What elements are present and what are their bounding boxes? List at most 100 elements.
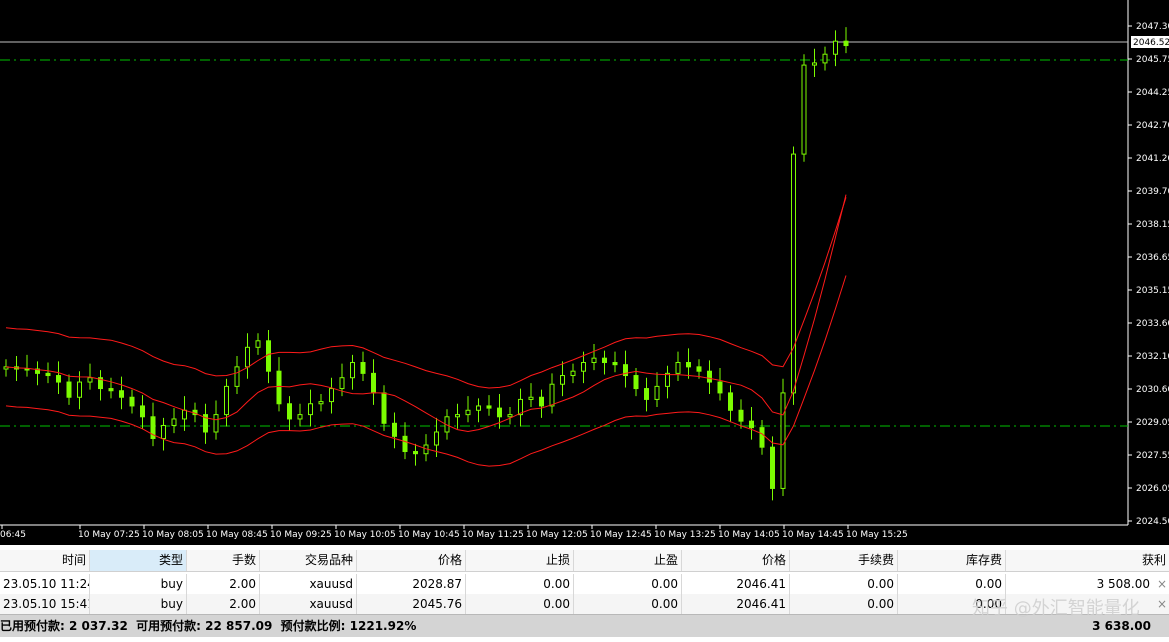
candle-body <box>707 370 712 383</box>
cell-symbol: xauusd <box>260 574 357 594</box>
candle-body <box>633 375 639 390</box>
candle-body <box>308 403 313 416</box>
col-header-current-price[interactable]: 价格 <box>682 550 790 571</box>
candle-body <box>822 53 828 64</box>
candle-body <box>812 62 817 66</box>
candle-body <box>434 431 439 446</box>
time-label: 10 May 14:05 <box>718 530 780 540</box>
cell-stop-loss[interactable]: 0.00 <box>466 594 574 614</box>
candle-body <box>801 64 807 155</box>
candle-body <box>749 420 754 429</box>
cell-current-price: 2046.41 <box>682 574 790 594</box>
candle-body <box>738 409 744 422</box>
candle-body <box>465 409 471 416</box>
cell-take-profit[interactable]: 0.00 <box>574 594 682 614</box>
price-label: 2045.75 <box>1136 55 1169 65</box>
price-label: 2033.60 <box>1136 319 1169 329</box>
cell-time: 23.05.10 11:24:55 <box>0 574 90 594</box>
col-header-lots[interactable]: 手数 <box>187 550 260 571</box>
time-label: 10 May 13:25 <box>654 530 716 540</box>
candle-body <box>276 370 282 405</box>
candle-body <box>350 362 355 379</box>
col-header-time[interactable]: 时间 <box>0 550 90 571</box>
candle-body <box>686 362 691 368</box>
price-label: 2044.25 <box>1136 88 1169 98</box>
candle-body <box>759 427 765 448</box>
candle-body <box>497 407 502 418</box>
price-label: 2036.65 <box>1136 253 1169 263</box>
band-upper-line <box>5 197 847 389</box>
candle-body <box>402 435 408 453</box>
candle-body <box>602 357 607 364</box>
close-position-icon[interactable]: × <box>1157 574 1167 594</box>
cell-type: buy <box>90 574 187 594</box>
candle-body <box>507 414 513 418</box>
candle-body <box>171 418 177 426</box>
candle-body <box>45 372 51 377</box>
col-header-commission[interactable]: 手续费 <box>790 550 898 571</box>
cell-commission: 0.00 <box>790 574 898 594</box>
price-label: 2024.50 <box>1136 517 1169 527</box>
candle-body <box>287 403 292 420</box>
cell-lots: 2.00 <box>187 594 260 614</box>
candle-body <box>234 366 240 387</box>
col-header-profit[interactable]: 获利 <box>1006 550 1169 571</box>
candle-body <box>612 362 618 366</box>
candle-body <box>56 375 61 383</box>
position-row[interactable]: 23.05.10 11:24:55 buy 2.00 xauusd 2028.8… <box>0 574 1169 594</box>
col-header-take-profit[interactable]: 止盈 <box>574 550 682 571</box>
candle-body <box>108 388 114 392</box>
candle-body <box>549 383 555 407</box>
time-label: 10 May 12:05 <box>526 530 588 540</box>
candle-body <box>339 377 345 390</box>
candle-body <box>360 362 366 374</box>
candle-body <box>770 446 775 489</box>
cell-symbol: xauusd <box>260 594 357 614</box>
price-label: 2027.55 <box>1136 451 1169 461</box>
candle-body <box>213 414 219 433</box>
candle-body <box>77 381 82 398</box>
cell-swap: 0.00 <box>898 574 1006 594</box>
candle-body <box>119 390 124 398</box>
cell-stop-loss[interactable]: 0.00 <box>466 574 574 594</box>
candle-body <box>255 340 261 348</box>
price-chart[interactable]: 2047.30 2045.75 2044.25 2042.70 2041.20 2039.… <box>0 0 1169 545</box>
time-label: 10 May 08:05 <box>142 530 204 540</box>
margin-summary: 已用预付款: 2 037.32 可用预付款: 22 857.09 预付款比例: … <box>0 619 417 633</box>
col-header-swap[interactable]: 库存费 <box>898 550 1006 571</box>
col-header-symbol[interactable]: 交易品种 <box>260 550 357 571</box>
candle-body <box>539 396 544 407</box>
candle-body <box>476 405 481 411</box>
time-label: 10 May 12:45 <box>590 530 652 540</box>
terminal-header-row: 时间 类型 手数 交易品种 价格 止损 止盈 价格 手续费 库存费 获利 <box>0 550 1169 572</box>
time-label: 10 May 10:45 <box>398 530 460 540</box>
price-label: 2030.60 <box>1136 385 1169 395</box>
candle-body <box>87 377 93 383</box>
cell-price: 2028.87 <box>357 574 466 594</box>
candle-body <box>182 409 187 420</box>
candle-body <box>129 396 135 407</box>
col-header-stop-loss[interactable]: 止损 <box>466 550 574 571</box>
time-label: 06:45 <box>0 530 26 540</box>
candlestick-chart[interactable]: 2047.30 2045.75 2044.25 2042.70 2041.20 2039.… <box>0 0 1169 545</box>
candle-body <box>486 405 492 409</box>
candle-body <box>161 424 166 440</box>
candle-body <box>455 414 460 418</box>
close-position-icon[interactable]: × <box>1157 594 1167 614</box>
cell-take-profit[interactable]: 0.00 <box>574 574 682 594</box>
time-label: 10 May 11:25 <box>462 530 524 540</box>
col-header-price[interactable]: 价格 <box>357 550 466 571</box>
candle-body <box>24 368 30 371</box>
candle-body <box>245 346 250 368</box>
current-price-label: 2046.52 <box>1133 38 1169 48</box>
candle-body <box>318 401 324 405</box>
candle-body <box>696 366 702 372</box>
candle-body <box>843 40 849 47</box>
candle-body <box>392 422 397 437</box>
candle-body <box>591 357 597 364</box>
price-label: 2038.15 <box>1136 220 1169 230</box>
candle-body <box>381 392 387 424</box>
candle-body <box>528 396 534 400</box>
col-header-type[interactable]: 类型 <box>90 550 187 571</box>
candle-body <box>560 375 565 385</box>
